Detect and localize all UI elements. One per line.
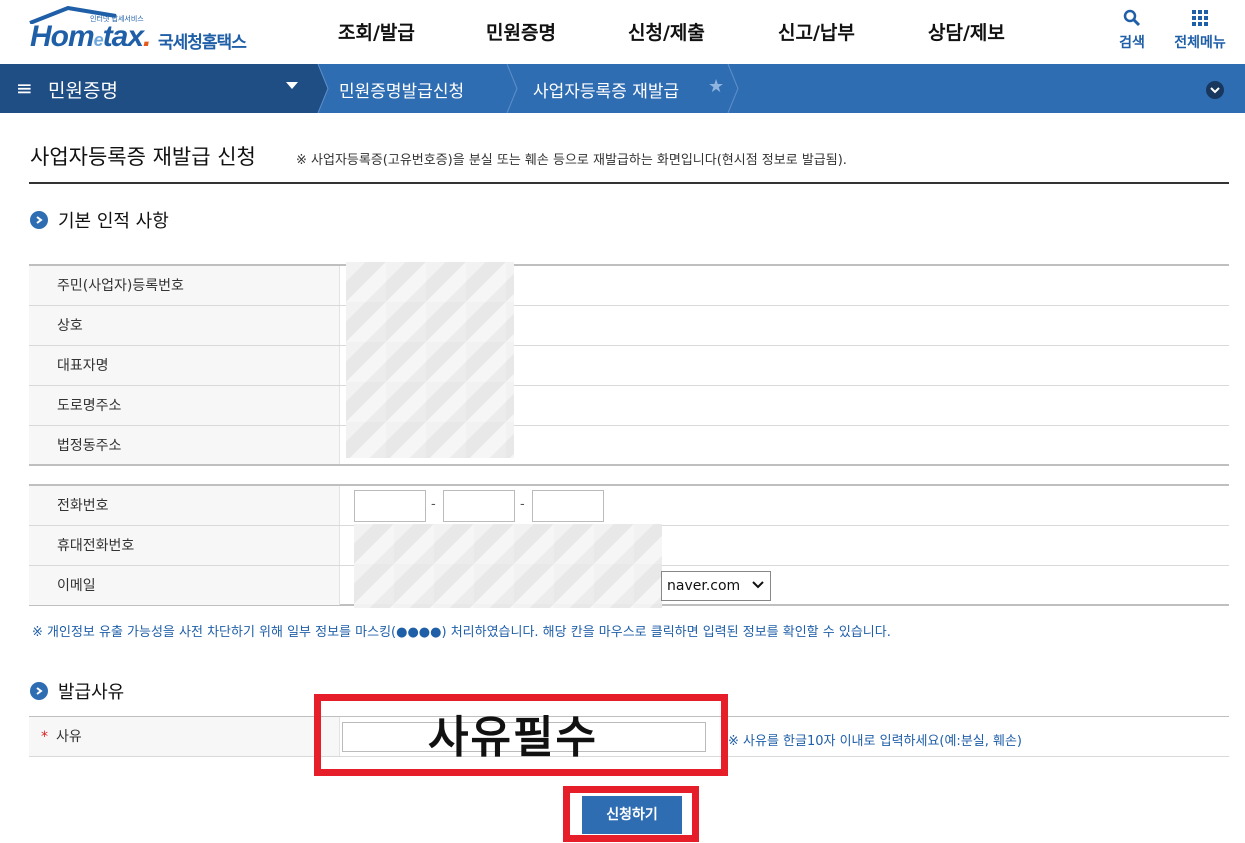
- chevron-down-icon: [752, 581, 764, 589]
- privacy-masking-note: ※ 개인정보 유출 가능성을 사전 차단하기 위해 일부 정보를 마스킹(●●●…: [32, 625, 891, 640]
- page-title: 사업자등록증 재발급 신청: [30, 145, 256, 169]
- menu-dropdown[interactable]: ≡ 민원증명: [0, 64, 318, 113]
- reason-label: 사유: [56, 729, 82, 745]
- section-heading-reason-text: 발급사유: [58, 682, 125, 703]
- table-row: 대표자명: [29, 346, 1229, 386]
- breadcrumb-item-current: 사업자등록증 재발급: [533, 82, 680, 102]
- table-row: 법정동주소: [29, 426, 1229, 466]
- all-menu-button[interactable]: 전체메뉴: [1166, 8, 1234, 52]
- arrow-right-circle-icon: [30, 682, 48, 700]
- row-label: 법정동주소: [29, 426, 340, 465]
- breadcrumb-separator-icon: [506, 64, 518, 113]
- reason-input-note: ※ 사유를 한글10자 이내로 입력하세요(예:분실, 훼손): [728, 734, 1022, 749]
- page-title-note: ※ 사업자등록증(고유번호증)을 분실 또는 훼손 등으로 재발급하는 화면입니…: [296, 153, 847, 168]
- required-mark: *: [41, 729, 48, 745]
- table-row: 상호: [29, 306, 1229, 346]
- chevron-down-icon: [1210, 87, 1220, 94]
- breadcrumb-item-certificate-apply[interactable]: 민원증명발급신청: [339, 77, 464, 102]
- row-label: 전화번호: [29, 486, 340, 525]
- masked-contact-area[interactable]: [354, 524, 662, 608]
- phone-dash: -: [431, 497, 436, 512]
- breadcrumb-separator-icon: [316, 64, 329, 113]
- email-domain-value: naver.com: [667, 578, 741, 594]
- phone-part2-input[interactable]: [443, 490, 515, 522]
- all-menu-label: 전체메뉴: [1174, 35, 1226, 51]
- section-heading-basic-text: 기본 인적 사항: [58, 211, 169, 232]
- annotation-box-submit: [563, 786, 699, 842]
- search-label: 검색: [1119, 35, 1145, 51]
- nav-item-application[interactable]: 신청/제출: [628, 0, 738, 64]
- phone-part3-input[interactable]: [532, 490, 604, 522]
- title-divider: [29, 182, 1229, 184]
- row-label: 도로명주소: [29, 386, 340, 425]
- row-label: 대표자명: [29, 346, 340, 385]
- row-label: 이메일: [29, 566, 340, 605]
- row-label: 휴대전화번호: [29, 526, 340, 565]
- email-domain-select[interactable]: naver.com: [661, 571, 771, 601]
- hometax-logo[interactable]: 인터넷 납세서비스 Hometax. 국세청홈택스: [28, 6, 258, 56]
- nav-item-consult[interactable]: 상담/제보: [928, 0, 1038, 64]
- header: 인터넷 납세서비스 Hometax. 국세청홈택스 조회/발급 민원증명 신청/…: [0, 0, 1245, 64]
- logo-korean: 국세청홈택스: [158, 33, 247, 53]
- logo-wordmark: Hometax.: [30, 20, 151, 53]
- table-row: 주민(사업자)등록번호: [29, 266, 1229, 306]
- location-bar: ≡ 민원증명 민원증명발급신청 사업자등록증 재발급 ★: [0, 64, 1245, 113]
- nav-item-certificate[interactable]: 민원증명: [486, 0, 596, 64]
- hamburger-icon: ≡: [16, 76, 33, 100]
- section-heading-reason: 발급사유: [30, 678, 124, 704]
- arrow-right-circle-icon: [30, 211, 48, 229]
- search-icon: [1123, 9, 1141, 27]
- caret-down-icon: [286, 82, 298, 89]
- star-icon[interactable]: ★: [708, 76, 724, 97]
- row-label: 상호: [29, 306, 340, 345]
- table-row: 도로명주소: [29, 386, 1229, 426]
- breadcrumb-separator-icon: [727, 64, 739, 113]
- nav-item-inquiry[interactable]: 조회/발급: [338, 0, 448, 64]
- expand-button[interactable]: [1206, 81, 1224, 99]
- annotation-text: 사유필수: [428, 712, 598, 763]
- table-row: 전화번호: [29, 486, 1229, 526]
- masked-info-area[interactable]: [346, 262, 514, 458]
- phone-dash: -: [520, 497, 525, 512]
- grid-icon: [1192, 10, 1208, 26]
- row-label: * 사유: [29, 717, 340, 756]
- phone-part1-input[interactable]: [354, 490, 426, 522]
- menu-dropdown-label: 민원증명: [48, 80, 118, 102]
- row-label: 주민(사업자)등록번호: [29, 266, 340, 305]
- section-heading-basic: 기본 인적 사항: [30, 207, 169, 233]
- nav-item-report-payment[interactable]: 신고/납부: [778, 0, 888, 64]
- table-divider: [29, 464, 1229, 466]
- search-button[interactable]: 검색: [1110, 8, 1154, 52]
